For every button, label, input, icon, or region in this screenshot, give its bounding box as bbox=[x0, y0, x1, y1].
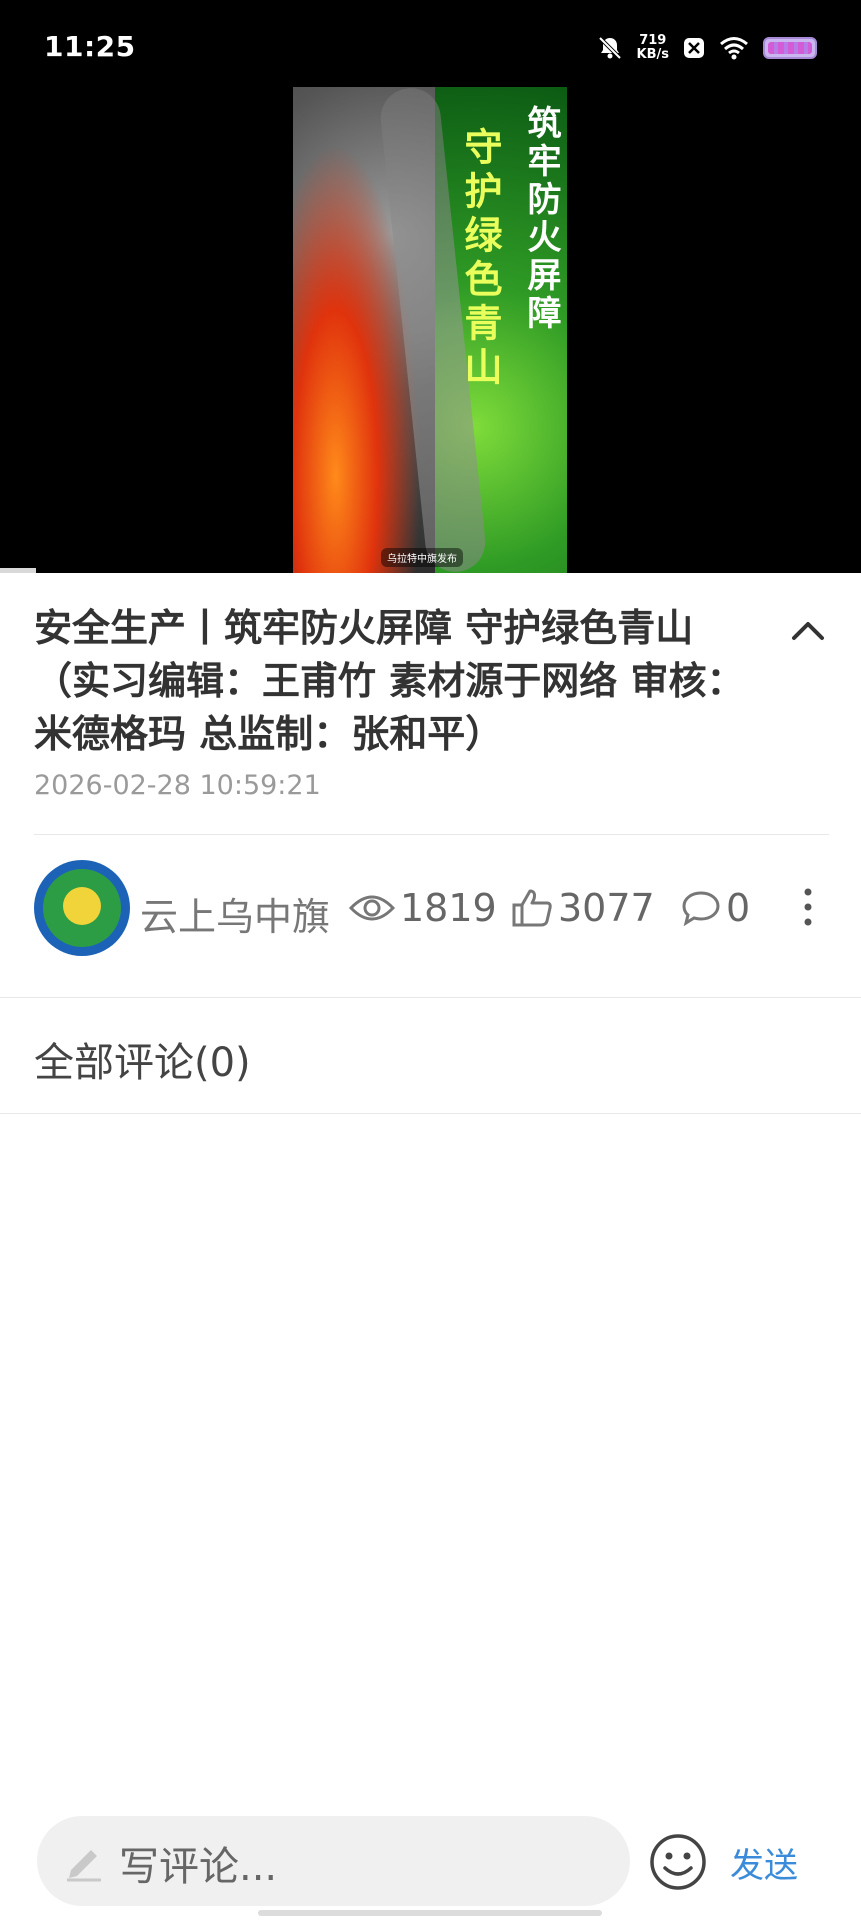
poster-title-right: 筑牢防火屏障 bbox=[521, 105, 561, 333]
views-count: 1819 bbox=[348, 886, 497, 930]
likes-value: 3077 bbox=[558, 886, 655, 930]
views-value: 1819 bbox=[400, 886, 497, 930]
eye-icon bbox=[348, 895, 396, 921]
article-info-row: 云上乌中旗 1819 3077 0 bbox=[0, 860, 861, 956]
bell-off-icon bbox=[598, 36, 621, 60]
chevron-up-icon[interactable] bbox=[786, 610, 830, 654]
x-app-icon bbox=[684, 38, 704, 58]
publish-datetime: 2026-02-28 10:59:21 bbox=[34, 770, 321, 801]
like-button[interactable]: 3077 bbox=[510, 886, 655, 930]
pen-icon bbox=[67, 1850, 101, 1882]
article-title: 安全生产丨筑牢防火屏障 守护绿色青山（实习编辑：王甫竹 素材源于网络 审核：米德… bbox=[34, 606, 745, 756]
channel-avatar[interactable] bbox=[34, 860, 130, 956]
comments-section-title: 全部评论(0) bbox=[34, 1040, 251, 1086]
net-speed-unit: KB/s bbox=[636, 47, 669, 62]
wifi-icon bbox=[720, 37, 748, 60]
divider bbox=[0, 1113, 861, 1114]
status-time: 11:25 bbox=[44, 30, 136, 63]
comment-bubble-icon bbox=[682, 891, 720, 927]
channel-name[interactable]: 云上乌中旗 bbox=[140, 886, 330, 941]
video-poster[interactable]: 筑牢防火屏障 守护绿色青山 乌拉特中旗发布 bbox=[293, 87, 567, 573]
avatar-emblem bbox=[63, 887, 101, 925]
comments-count-button[interactable]: 0 bbox=[680, 886, 750, 930]
home-indicator[interactable] bbox=[258, 1910, 602, 1916]
avatar-ring bbox=[43, 869, 121, 947]
comment-input[interactable]: 写评论... bbox=[37, 1816, 630, 1906]
poster-watermark: 乌拉特中旗发布 bbox=[381, 548, 463, 567]
poster-title-left: 守护绿色青山 bbox=[458, 127, 503, 391]
thumbs-up-icon bbox=[512, 889, 552, 927]
divider bbox=[34, 834, 829, 835]
comments-value: 0 bbox=[726, 886, 751, 930]
emoji-icon[interactable] bbox=[648, 1832, 708, 1892]
video-progress-bar[interactable] bbox=[0, 568, 36, 573]
net-speed: 719 KB/s bbox=[637, 34, 669, 62]
more-vertical-icon[interactable] bbox=[796, 882, 820, 932]
video-player[interactable]: 11:25 719 KB/s 筑牢防火屏障 守护绿色青山 乌拉特中旗发布 bbox=[0, 0, 861, 573]
status-bar: 11:25 719 KB/s bbox=[0, 0, 861, 100]
battery-icon bbox=[763, 37, 817, 59]
divider bbox=[0, 997, 861, 998]
status-icons: 719 KB/s bbox=[597, 34, 817, 62]
comment-placeholder: 写评论... bbox=[119, 1844, 278, 1890]
send-button[interactable]: 发送 bbox=[730, 1838, 798, 1887]
net-speed-value: 719 bbox=[639, 33, 667, 48]
